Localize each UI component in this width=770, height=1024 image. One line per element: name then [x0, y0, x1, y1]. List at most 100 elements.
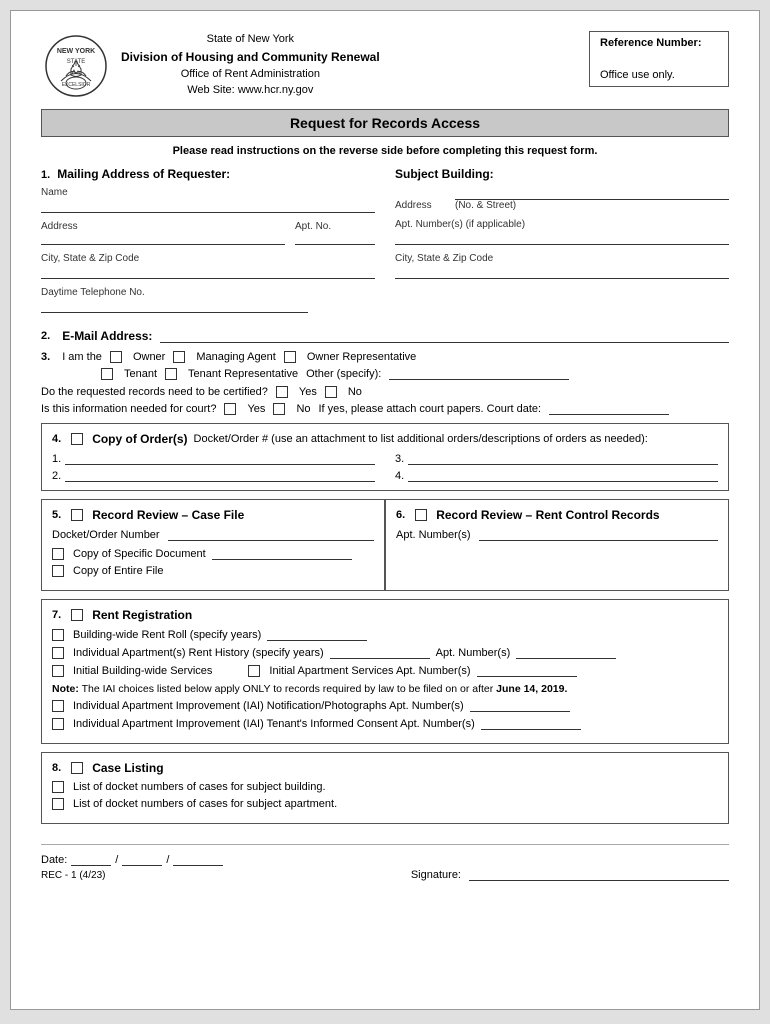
docket-building-checkbox[interactable]: [52, 781, 64, 793]
email-input[interactable]: [160, 330, 729, 343]
initial-apt-label: Initial Apartment Services Apt. Number(s…: [269, 665, 470, 677]
owner-label: Owner: [133, 351, 165, 363]
date-day-input[interactable]: [122, 853, 162, 866]
apt-history-years-input[interactable]: [330, 646, 430, 659]
iai-notification-checkbox[interactable]: [52, 700, 64, 712]
form-page: NEW YORK STATE EXCELSIOR: [10, 10, 760, 1010]
specific-doc-checkbox[interactable]: [52, 548, 64, 560]
rent-roll-checkbox[interactable]: [52, 629, 64, 641]
subj-apt-label: Apt. Number(s) (if applicable): [395, 219, 729, 230]
specific-doc-input[interactable]: [212, 547, 352, 560]
city-input[interactable]: [41, 266, 375, 279]
phone-input[interactable]: [41, 300, 308, 313]
apt-history-apt-input[interactable]: [516, 646, 616, 659]
date-slash-2: /: [166, 854, 169, 866]
website-label: Web Site:: [187, 84, 235, 96]
initial-apt-input[interactable]: [477, 664, 577, 677]
order-1-input[interactable]: [65, 452, 375, 465]
tenant-label: Tenant: [124, 368, 157, 380]
header-left: NEW YORK STATE EXCELSIOR: [41, 31, 380, 101]
note-text: Note: The IAI choices listed below apply…: [52, 683, 718, 695]
city-label: City, State & Zip Code: [41, 253, 375, 264]
certify-no-label: No: [348, 386, 362, 398]
section-7-checkbox[interactable]: [71, 609, 83, 621]
certify-row: Do the requested records need to be cert…: [41, 386, 729, 398]
order-2-input[interactable]: [65, 469, 375, 482]
iai-consent-checkbox[interactable]: [52, 718, 64, 730]
section-3-row2: Tenant Tenant Representative Other (spec…: [101, 367, 729, 380]
section-2: 2. E-Mail Address:: [41, 329, 729, 343]
managing-agent-label: Managing Agent: [196, 351, 276, 363]
section-6-checkbox[interactable]: [415, 509, 427, 521]
date-year-input[interactable]: [173, 853, 223, 866]
owner-rep-checkbox[interactable]: [284, 351, 296, 363]
certify-no-checkbox[interactable]: [325, 386, 337, 398]
iai-notification-input[interactable]: [470, 699, 570, 712]
mailing-address-section: 1. Mailing Address of Requester: Name Ad…: [41, 167, 375, 321]
tenant-rep-checkbox[interactable]: [165, 368, 177, 380]
address-apt-row: Address Apt. No.: [41, 221, 375, 245]
website-url: www.hcr.ny.gov: [238, 84, 314, 96]
section-7-number: 7.: [52, 609, 61, 621]
iai-consent-input[interactable]: [481, 717, 581, 730]
section-8-checkbox[interactable]: [71, 762, 83, 774]
apt-input[interactable]: [295, 232, 375, 245]
docket-row: Docket/Order Number: [52, 528, 374, 541]
address-input[interactable]: [41, 232, 285, 245]
section-4-label: Copy of Order(s): [92, 432, 187, 446]
section-4-checkbox[interactable]: [71, 433, 83, 445]
court-date-input[interactable]: [549, 402, 669, 415]
managing-agent-checkbox[interactable]: [173, 351, 185, 363]
note-content: The IAI choices listed below apply ONLY …: [82, 683, 494, 695]
court-yes-checkbox[interactable]: [224, 403, 236, 415]
section-5-checkbox[interactable]: [71, 509, 83, 521]
section-3: 3. I am the Owner Managing Agent Owner R…: [41, 351, 729, 380]
website-text: Web Site: www.hcr.ny.gov: [121, 82, 380, 99]
subj-city-label: City, State & Zip Code: [395, 253, 729, 264]
entire-file-checkbox[interactable]: [52, 565, 64, 577]
owner-checkbox[interactable]: [110, 351, 122, 363]
rent-control-apt-input[interactable]: [479, 528, 718, 541]
section-7-label: Rent Registration: [92, 608, 192, 622]
other-input[interactable]: [389, 367, 569, 380]
iai-consent-label: Individual Apartment Improvement (IAI) T…: [73, 718, 475, 730]
subj-address-label: Address: [395, 200, 445, 211]
section-5-header: 5. Record Review – Case File: [52, 508, 374, 522]
section-4-header: 4. Copy of Order(s) Docket/Order # (use …: [52, 432, 718, 446]
svg-text:NEW YORK: NEW YORK: [57, 48, 95, 55]
docket-input[interactable]: [168, 528, 374, 541]
section-4-description: Docket/Order # (use an attachment to lis…: [194, 433, 648, 445]
entire-file-label: Copy of Entire File: [73, 565, 163, 577]
name-input[interactable]: [41, 200, 375, 213]
form-footer: Date: / / REC - 1 (4/23) Signature:: [41, 844, 729, 881]
section-6-header: 6. Record Review – Rent Control Records: [396, 508, 718, 522]
subject-building-section: Subject Building: Address (No. & Street)…: [395, 167, 729, 321]
subj-city-input[interactable]: [395, 266, 729, 279]
initial-apt-checkbox[interactable]: [248, 665, 260, 677]
rent-roll-years-input[interactable]: [267, 628, 367, 641]
date-month-input[interactable]: [71, 853, 111, 866]
order-3-input[interactable]: [408, 452, 718, 465]
docket-apartment-checkbox[interactable]: [52, 798, 64, 810]
order-4-input[interactable]: [408, 469, 718, 482]
subj-city-group: City, State & Zip Code: [395, 253, 729, 279]
docket-apartment-label: List of docket numbers of cases for subj…: [73, 798, 337, 810]
date-label: Date:: [41, 854, 67, 866]
initial-bldg-checkbox[interactable]: [52, 665, 64, 677]
entire-file-row: Copy of Entire File: [52, 565, 374, 577]
signature-input[interactable]: [469, 868, 729, 881]
court-no-label: No: [296, 403, 310, 415]
iai-notification-label: Individual Apartment Improvement (IAI) N…: [73, 700, 464, 712]
subj-apt-input[interactable]: [395, 232, 729, 245]
subj-address-input[interactable]: [455, 187, 729, 200]
mailing-heading: Mailing Address of Requester:: [57, 167, 230, 181]
court-no-checkbox[interactable]: [273, 403, 285, 415]
section-7-header: 7. Rent Registration: [52, 608, 718, 622]
subj-apt-group: Apt. Number(s) (if applicable): [395, 219, 729, 245]
apt-history-checkbox[interactable]: [52, 647, 64, 659]
certify-yes-checkbox[interactable]: [276, 386, 288, 398]
phone-label: Daytime Telephone No.: [41, 287, 375, 298]
court-yes-label: Yes: [247, 403, 265, 415]
tenant-checkbox[interactable]: [101, 368, 113, 380]
court-if-yes: If yes, please attach court papers. Cour…: [319, 403, 542, 415]
